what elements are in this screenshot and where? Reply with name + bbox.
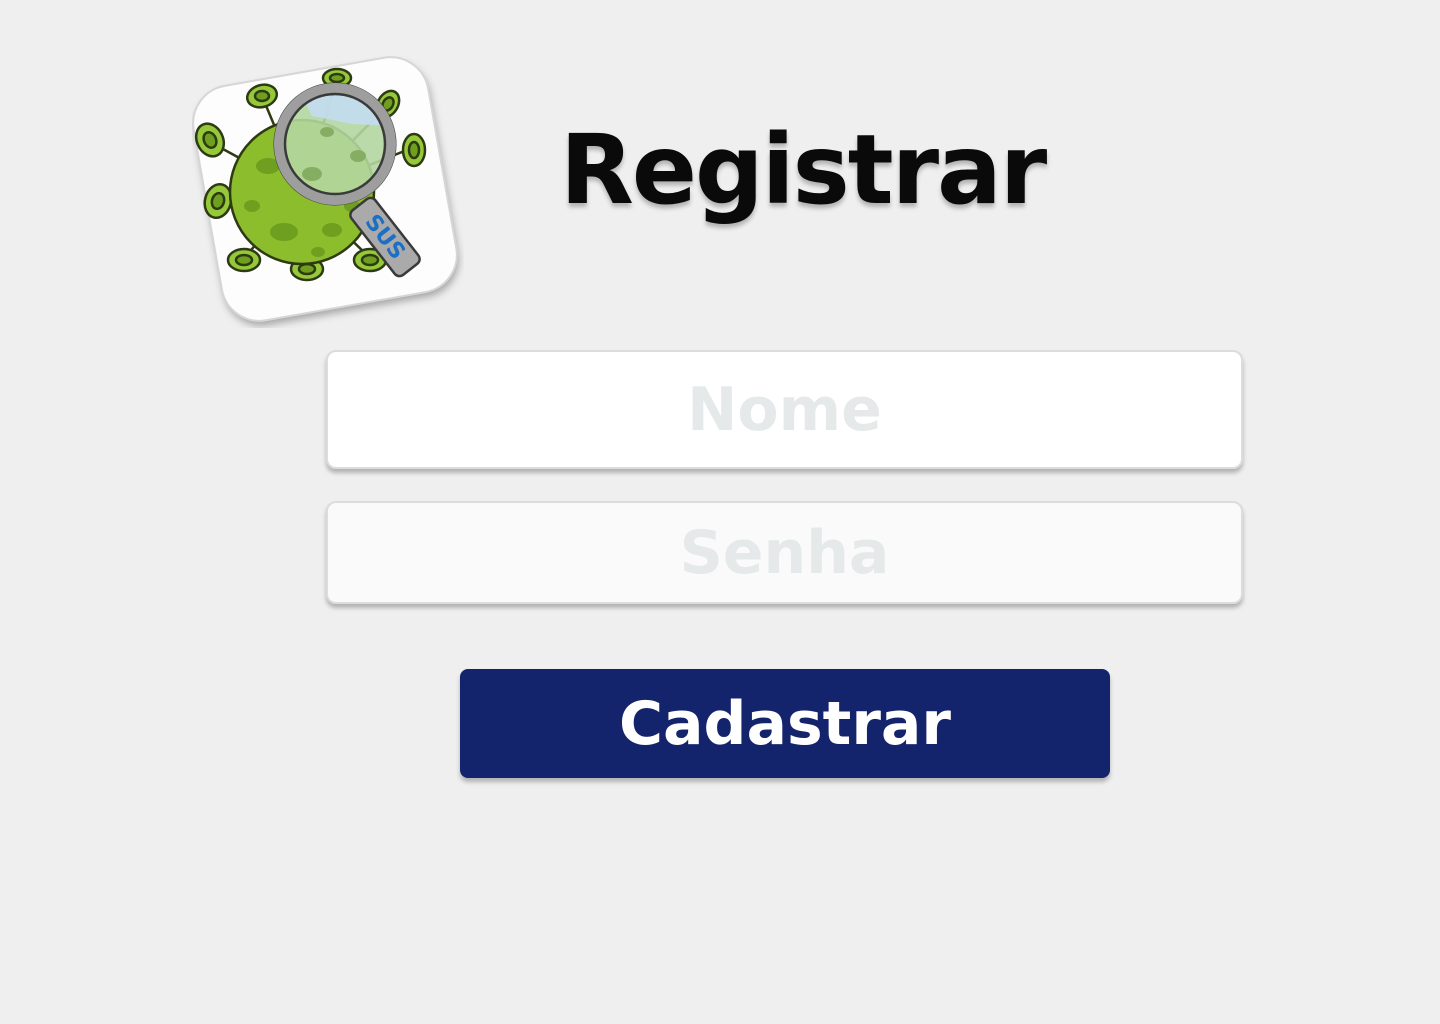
password-input[interactable] <box>326 501 1243 604</box>
app-logo: SUS <box>192 56 464 328</box>
name-input[interactable] <box>326 350 1243 469</box>
virus-magnifier-icon: SUS <box>192 56 458 322</box>
page-title: Registrar <box>560 114 1047 226</box>
register-button[interactable]: Cadastrar <box>460 669 1110 778</box>
